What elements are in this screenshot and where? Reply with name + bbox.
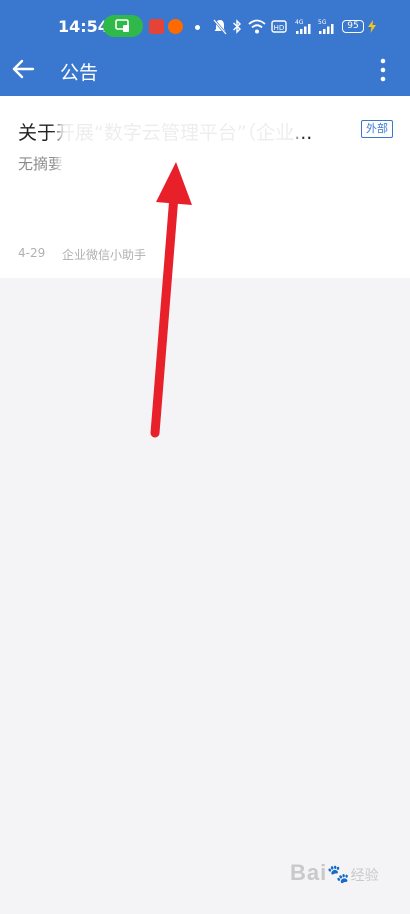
cellular-signal-icon: 4G [295, 19, 311, 34]
arrow-left-icon [12, 59, 35, 79]
announcement-summary: 无摘要 [18, 155, 64, 173]
mute-bell-icon [213, 19, 227, 35]
app-notification-icon [168, 19, 183, 34]
svg-text:5G: 5G [318, 19, 327, 26]
navigation-bar: 公告 [0, 50, 410, 90]
announcement-sender: 企业微信小助手 [62, 248, 147, 262]
back-button[interactable] [10, 55, 38, 83]
privacy-blur-overlay [58, 116, 298, 174]
battery-icon: 95 [342, 20, 364, 33]
more-vertical-icon [380, 58, 386, 82]
cast-icon [115, 19, 129, 32]
cellular-signal-icon: 5G [318, 19, 334, 34]
baidu-watermark: Bai🐾经验 [290, 860, 379, 885]
svg-text:4G: 4G [295, 19, 304, 26]
hd-icon: HD [271, 20, 287, 33]
top-bar: 14:54 HD 4G 5G 95 公告 [0, 0, 410, 96]
wifi-icon [248, 19, 266, 34]
notification-dot-icon [195, 25, 200, 30]
status-time: 14:54 [58, 17, 109, 36]
status-bar: 14:54 HD 4G 5G 95 [0, 12, 410, 42]
external-tag: 外部 [361, 120, 393, 138]
bluetooth-icon [233, 19, 242, 34]
more-options-button[interactable] [376, 56, 390, 84]
charging-bolt-icon [368, 20, 376, 33]
page-title: 公告 [60, 62, 99, 84]
svg-text:HD: HD [274, 24, 285, 32]
app-notification-icon [149, 19, 164, 34]
screen-cast-indicator[interactable] [103, 15, 143, 37]
announcement-date: 4-29 [18, 246, 46, 260]
